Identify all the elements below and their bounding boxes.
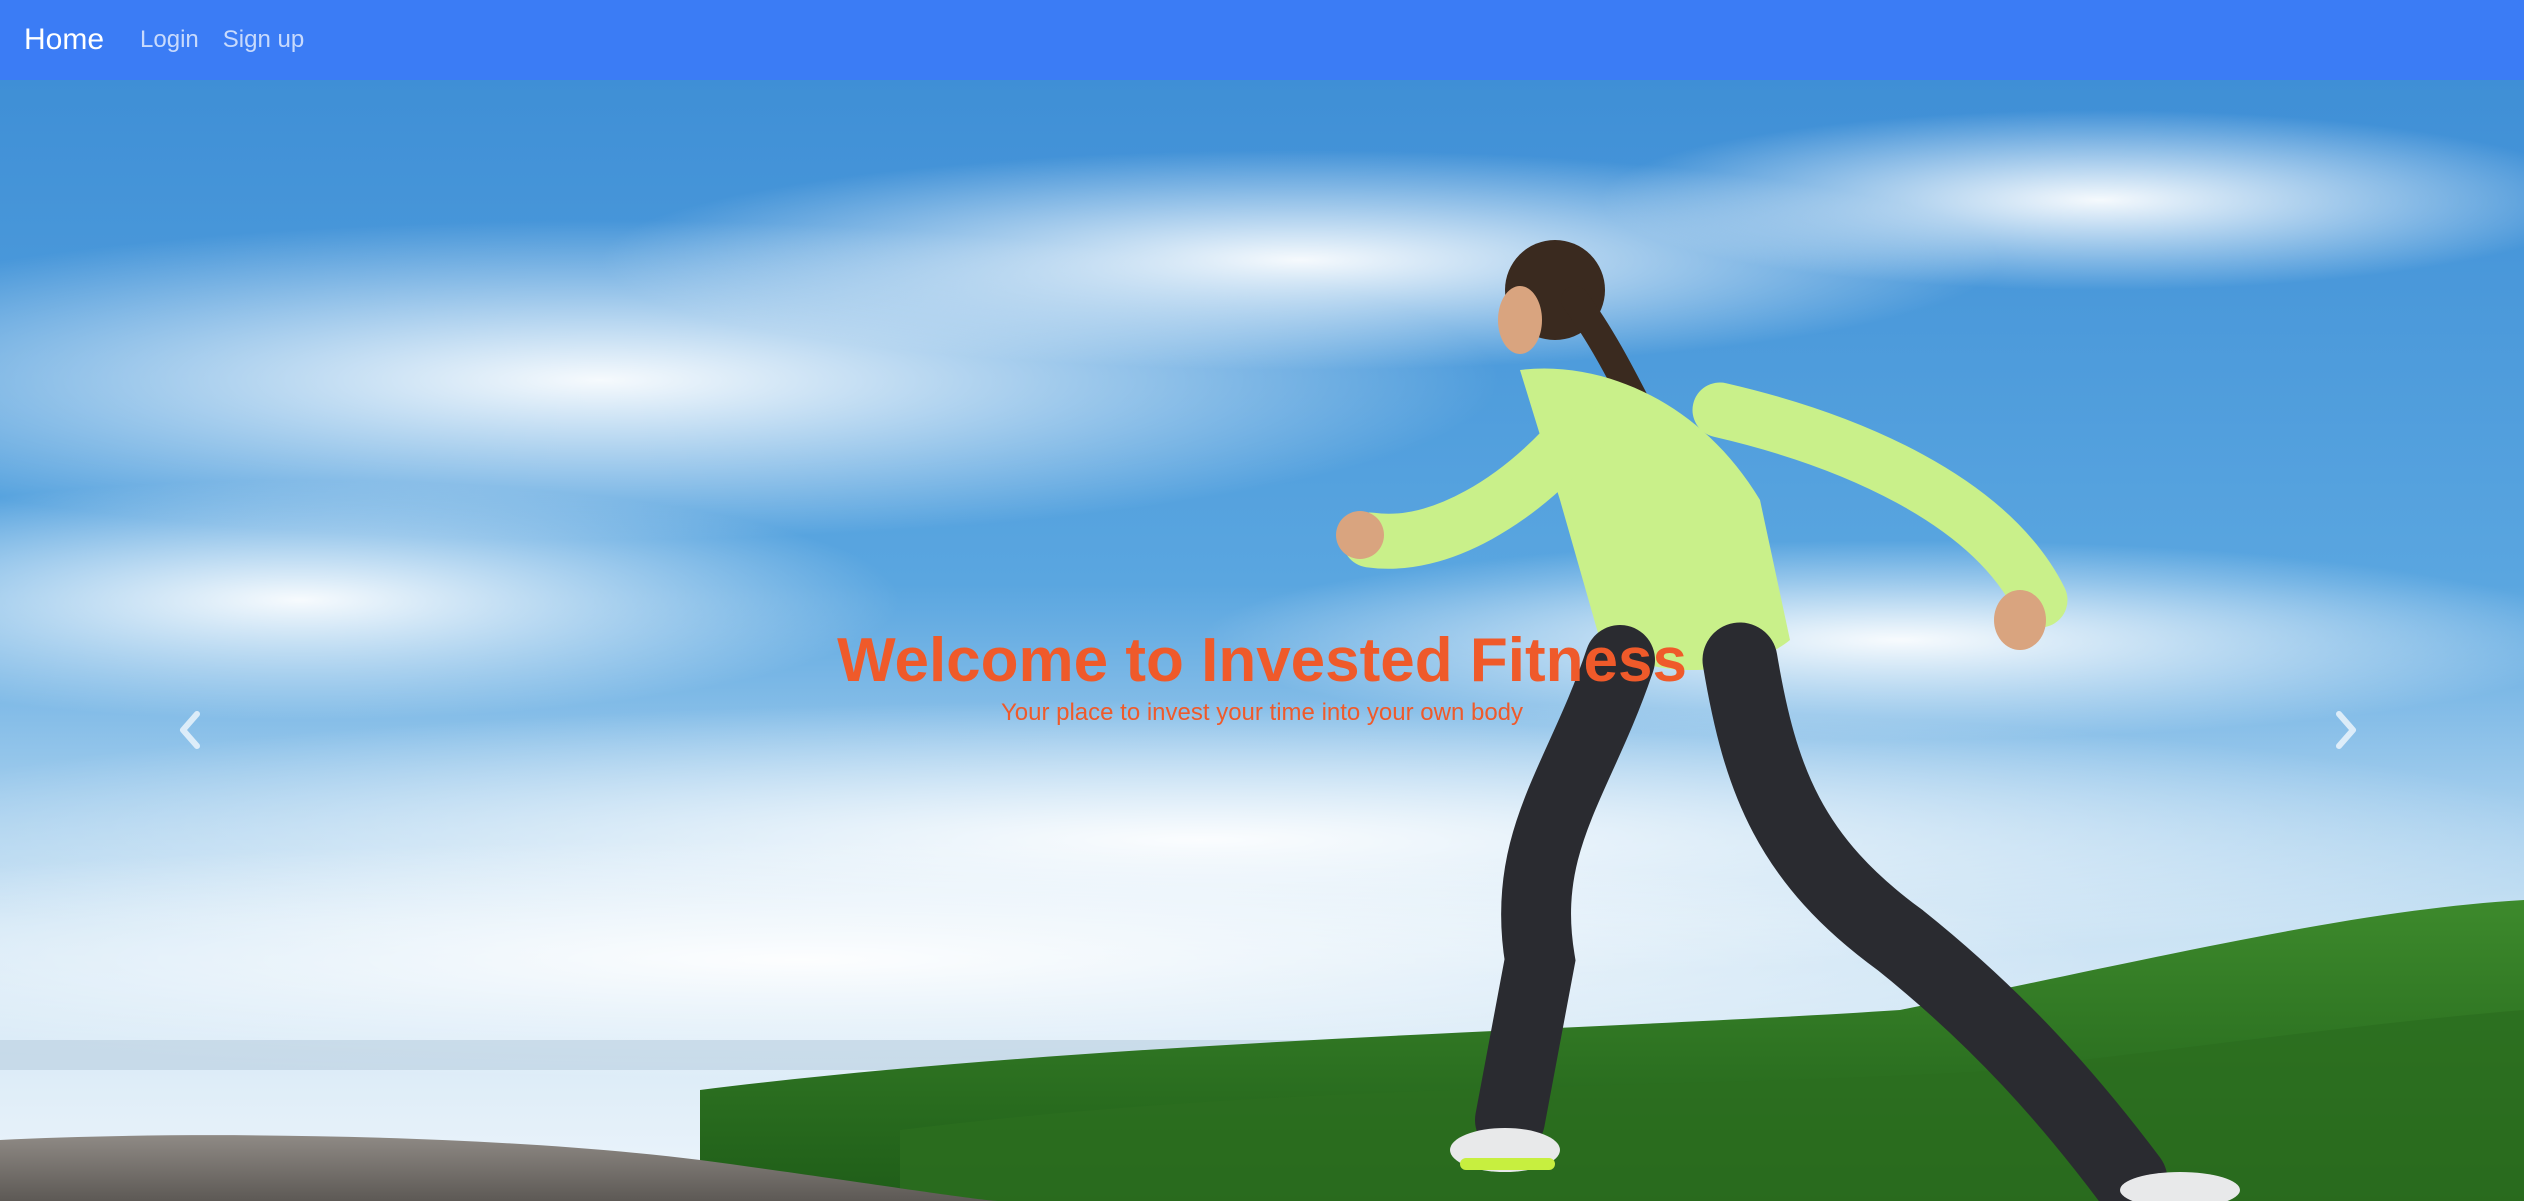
navbar: Home Login Sign up: [0, 0, 2524, 80]
hero-carousel: Welcome to Invested Fitness Your place t…: [0, 80, 2524, 1201]
login-link[interactable]: Login: [140, 26, 199, 54]
signup-link[interactable]: Sign up: [223, 26, 304, 54]
hero-subtitle: Your place to invest your time into your…: [1000, 699, 1524, 727]
hero-title: Welcome to Invested Fitness: [837, 626, 1687, 695]
home-link[interactable]: Home: [24, 23, 104, 57]
chevron-right-icon: [2336, 711, 2356, 749]
carousel-prev-button[interactable]: [160, 700, 220, 760]
chevron-left-icon: [180, 711, 200, 749]
carousel-caption: Welcome to Invested Fitness Your place t…: [0, 626, 2524, 727]
carousel-next-button[interactable]: [2316, 700, 2376, 760]
